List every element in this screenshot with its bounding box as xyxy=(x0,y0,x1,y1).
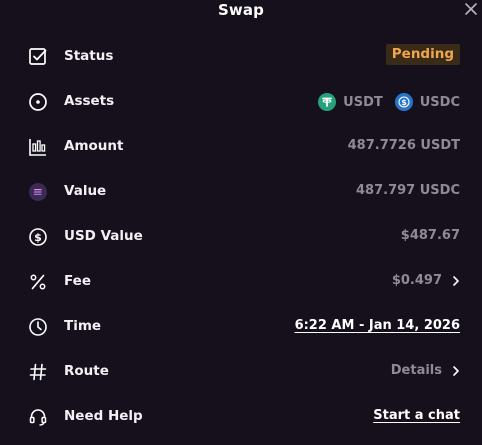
fee-value: $0.497 xyxy=(391,273,442,288)
fee-row[interactable]: Fee $0.497 xyxy=(0,267,482,297)
route-details: Details xyxy=(390,363,442,378)
value-value: 487.797 USDC xyxy=(356,183,460,198)
assets-row: Assets USDT $ USDC xyxy=(0,87,482,117)
dollar-circle-icon: $ xyxy=(28,227,48,247)
amount-label: Amount xyxy=(64,138,124,154)
usd-value-row: $ USD Value $487.67 xyxy=(0,222,482,252)
solana-icon xyxy=(28,182,48,202)
route-row[interactable]: Route Details xyxy=(0,357,482,387)
route-details-wrap[interactable]: Details xyxy=(391,363,462,378)
time-link[interactable]: 6:22 AM - Jan 14, 2026 xyxy=(295,318,460,333)
value-label: Value xyxy=(64,183,107,199)
asset-usdc: $ USDC xyxy=(394,93,460,111)
amount-row: Amount 487.7726 USDT xyxy=(0,132,482,162)
usd-value-label: USD Value xyxy=(64,228,143,244)
value-row: Value 487.797 USDC xyxy=(0,177,482,207)
help-row: Need Help Start a chat xyxy=(0,402,482,432)
time-row: Time 6:22 AM - Jan 14, 2026 xyxy=(0,312,482,342)
status-row: Status Pending xyxy=(0,42,482,72)
close-icon[interactable] xyxy=(464,1,478,15)
chart-icon xyxy=(28,137,48,157)
status-badge: Pending xyxy=(385,44,460,65)
asset-usdt-label: USDT xyxy=(343,94,383,110)
asset-usdc-label: USDC xyxy=(419,94,460,110)
fee-value-wrap[interactable]: $0.497 xyxy=(392,273,462,288)
chevron-right-icon xyxy=(450,365,462,377)
help-label: Need Help xyxy=(64,408,143,424)
assets-label: Assets xyxy=(64,93,115,109)
status-label: Status xyxy=(64,48,114,64)
headset-icon xyxy=(28,407,48,427)
start-chat-link[interactable]: Start a chat xyxy=(373,408,460,423)
page-title: Swap xyxy=(218,1,264,19)
checkbox-icon xyxy=(28,47,48,67)
assets-value: USDT $ USDC xyxy=(310,93,460,111)
circle-dot-icon xyxy=(28,92,48,112)
svg-text:$: $ xyxy=(401,98,407,107)
header: Swap xyxy=(0,0,482,24)
percent-icon xyxy=(28,272,48,292)
asset-usdt: USDT xyxy=(318,93,383,111)
usd-value-value: $487.67 xyxy=(400,228,460,243)
fee-label: Fee xyxy=(64,273,91,289)
amount-value: 487.7726 USDT xyxy=(347,138,460,153)
usdt-icon xyxy=(318,93,337,111)
chevron-right-icon xyxy=(450,275,462,287)
clock-icon xyxy=(28,317,48,337)
hash-icon xyxy=(28,362,48,382)
usdc-icon: $ xyxy=(394,93,413,111)
time-label: Time xyxy=(64,318,102,334)
route-label: Route xyxy=(64,363,109,379)
svg-text:$: $ xyxy=(34,231,42,244)
